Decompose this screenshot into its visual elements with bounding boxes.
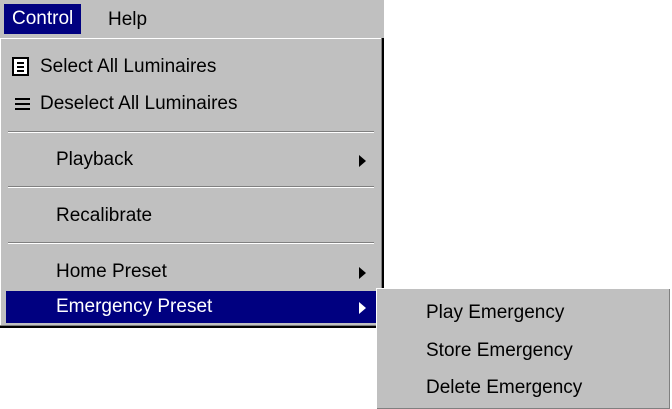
menu-item-recalibrate[interactable]: Recalibrate: [6, 201, 376, 231]
menu-item-label: Deselect All Luminaires: [40, 93, 238, 114]
menu-item-select-all[interactable]: Select All Luminaires: [6, 52, 376, 82]
chevron-right-icon: [359, 155, 366, 167]
control-dropdown-menu: Select All Luminaires Deselect All Lumin…: [0, 38, 384, 328]
menu-control-label: Control: [12, 8, 74, 29]
menu-item-label: Emergency Preset: [56, 296, 213, 317]
list-boxed-icon: [12, 57, 29, 76]
chevron-right-icon: [359, 267, 366, 279]
menu-item-label: Home Preset: [56, 261, 167, 282]
menu-item-playback[interactable]: Playback: [6, 145, 376, 175]
menu-help-label: Help: [108, 9, 148, 30]
menu-separator: [8, 242, 374, 244]
menu-item-emergency-preset[interactable]: Emergency Preset: [6, 291, 376, 323]
menu-help[interactable]: Help: [100, 5, 155, 35]
submenu-item-delete-emergency[interactable]: Delete Emergency: [426, 373, 582, 403]
menu-separator: [8, 131, 374, 133]
chevron-right-icon: [359, 302, 366, 314]
emergency-submenu: Play Emergency Store Emergency Delete Em…: [376, 288, 670, 409]
menu-bar: Control Help: [0, 0, 384, 38]
menu-separator: [8, 186, 374, 188]
submenu-item-play-emergency[interactable]: Play Emergency: [426, 298, 564, 328]
submenu-item-label: Store Emergency: [426, 340, 573, 361]
submenu-item-label: Play Emergency: [426, 302, 565, 323]
menu-item-label: Select All Luminaires: [40, 56, 217, 77]
list-icon: [14, 95, 31, 113]
submenu-item-store-emergency[interactable]: Store Emergency: [426, 336, 573, 366]
menu-control[interactable]: Control: [4, 4, 82, 34]
menu-item-deselect-all[interactable]: Deselect All Luminaires: [6, 89, 376, 119]
menu-item-home-preset[interactable]: Home Preset: [6, 257, 376, 287]
menu-item-label: Recalibrate: [56, 205, 153, 226]
menu-item-label: Playback: [56, 149, 134, 170]
submenu-item-label: Delete Emergency: [426, 377, 583, 398]
